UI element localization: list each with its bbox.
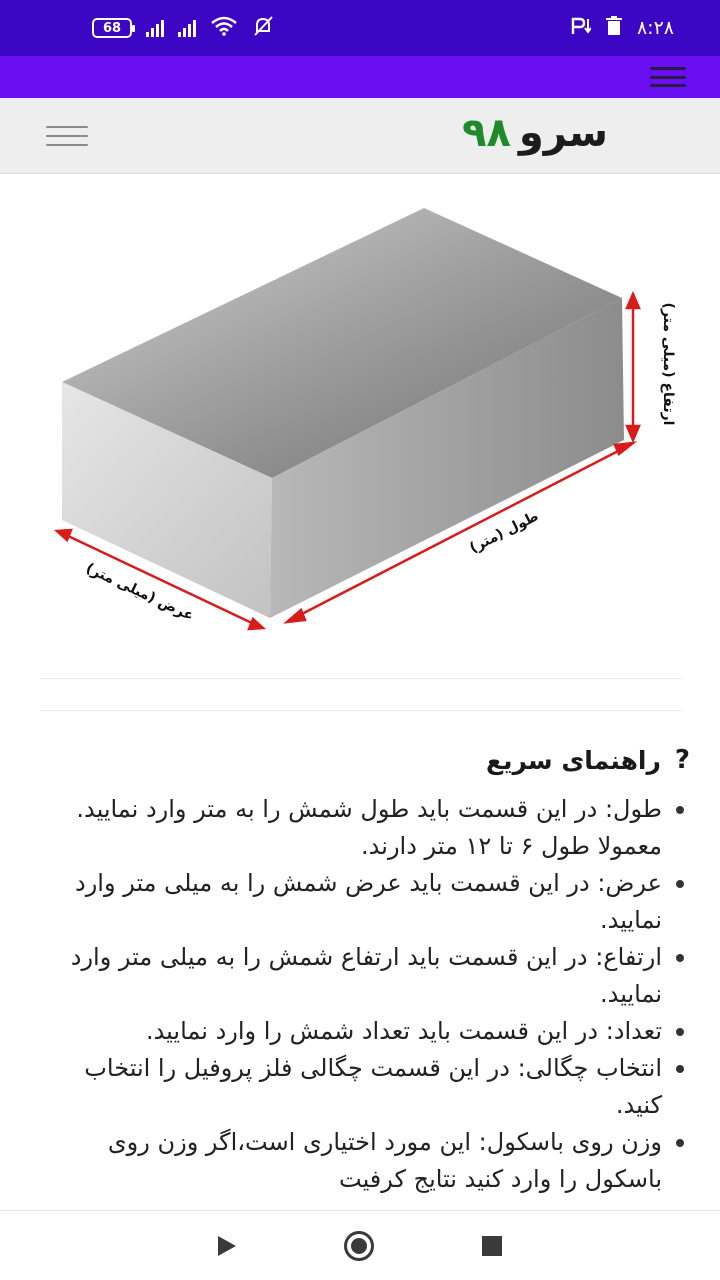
guide-item-height: ارتفاع: در این قسمت باید ارتفاع شمش را ب… bbox=[40, 939, 690, 1013]
site-header: سرو ۹۸ bbox=[0, 98, 720, 174]
wifi-icon bbox=[210, 16, 238, 40]
clock: ۸:۲۸ bbox=[636, 17, 674, 39]
trash-icon bbox=[605, 16, 623, 40]
guide-item-width: عرض: در این قسمت باید عرض شمش را به میلی… bbox=[40, 865, 690, 939]
height-label: ارتفاع (میلی متر) bbox=[660, 303, 676, 426]
guide-item-length: طول: در این قسمت باید طول شمش را به متر … bbox=[40, 791, 690, 865]
status-left: 68 bbox=[92, 15, 274, 41]
logo-word: سرو bbox=[518, 110, 608, 156]
guide-title: ? راهنمای سریع bbox=[40, 735, 690, 785]
battery-icon: 68 bbox=[92, 18, 135, 38]
guide-item-scale-weight: وزن روی باسکول: این مورد اختیاری است،اگر… bbox=[40, 1124, 690, 1198]
site-logo[interactable]: سرو ۹۸ bbox=[462, 110, 608, 156]
question-icon: ? bbox=[674, 745, 690, 775]
divider bbox=[40, 710, 682, 711]
divider bbox=[40, 678, 682, 679]
bell-off-icon bbox=[252, 15, 274, 41]
guide-list: طول: در این قسمت باید طول شمش را به متر … bbox=[40, 791, 690, 1198]
logo-number: ۹۸ bbox=[462, 110, 511, 156]
battery-level: 68 bbox=[102, 20, 122, 36]
ingot-diagram: ارتفاع (میلی متر) طول (متر) عرض (میلی مت… bbox=[53, 208, 676, 631]
guide-title-text: راهنمای سریع bbox=[486, 745, 661, 775]
app-bar bbox=[0, 56, 720, 98]
height-arrow bbox=[625, 290, 641, 444]
back-icon[interactable] bbox=[218, 1235, 236, 1256]
menu-icon[interactable] bbox=[650, 67, 686, 87]
quick-guide: ? راهنمای سریع طول: در این قسمت باید طول… bbox=[40, 735, 690, 1198]
recent-apps-icon[interactable] bbox=[482, 1235, 502, 1256]
guide-item-count: تعداد: در این قسمت باید تعداد شمش را وار… bbox=[40, 1013, 690, 1050]
p-notification-icon bbox=[569, 16, 592, 40]
system-nav-bar bbox=[0, 1210, 720, 1280]
status-bar: 68 ۸:۲۸ bbox=[0, 0, 720, 56]
length-label: طول (متر) bbox=[467, 508, 541, 556]
home-icon[interactable] bbox=[344, 1230, 374, 1261]
site-menu-icon[interactable] bbox=[46, 126, 88, 146]
status-right: ۸:۲۸ bbox=[569, 16, 674, 40]
signal-icon bbox=[146, 19, 164, 37]
signal-icon bbox=[178, 19, 196, 37]
guide-item-density: انتخاب چگالی: در این قسمت چگالی فلز پروف… bbox=[40, 1050, 690, 1124]
